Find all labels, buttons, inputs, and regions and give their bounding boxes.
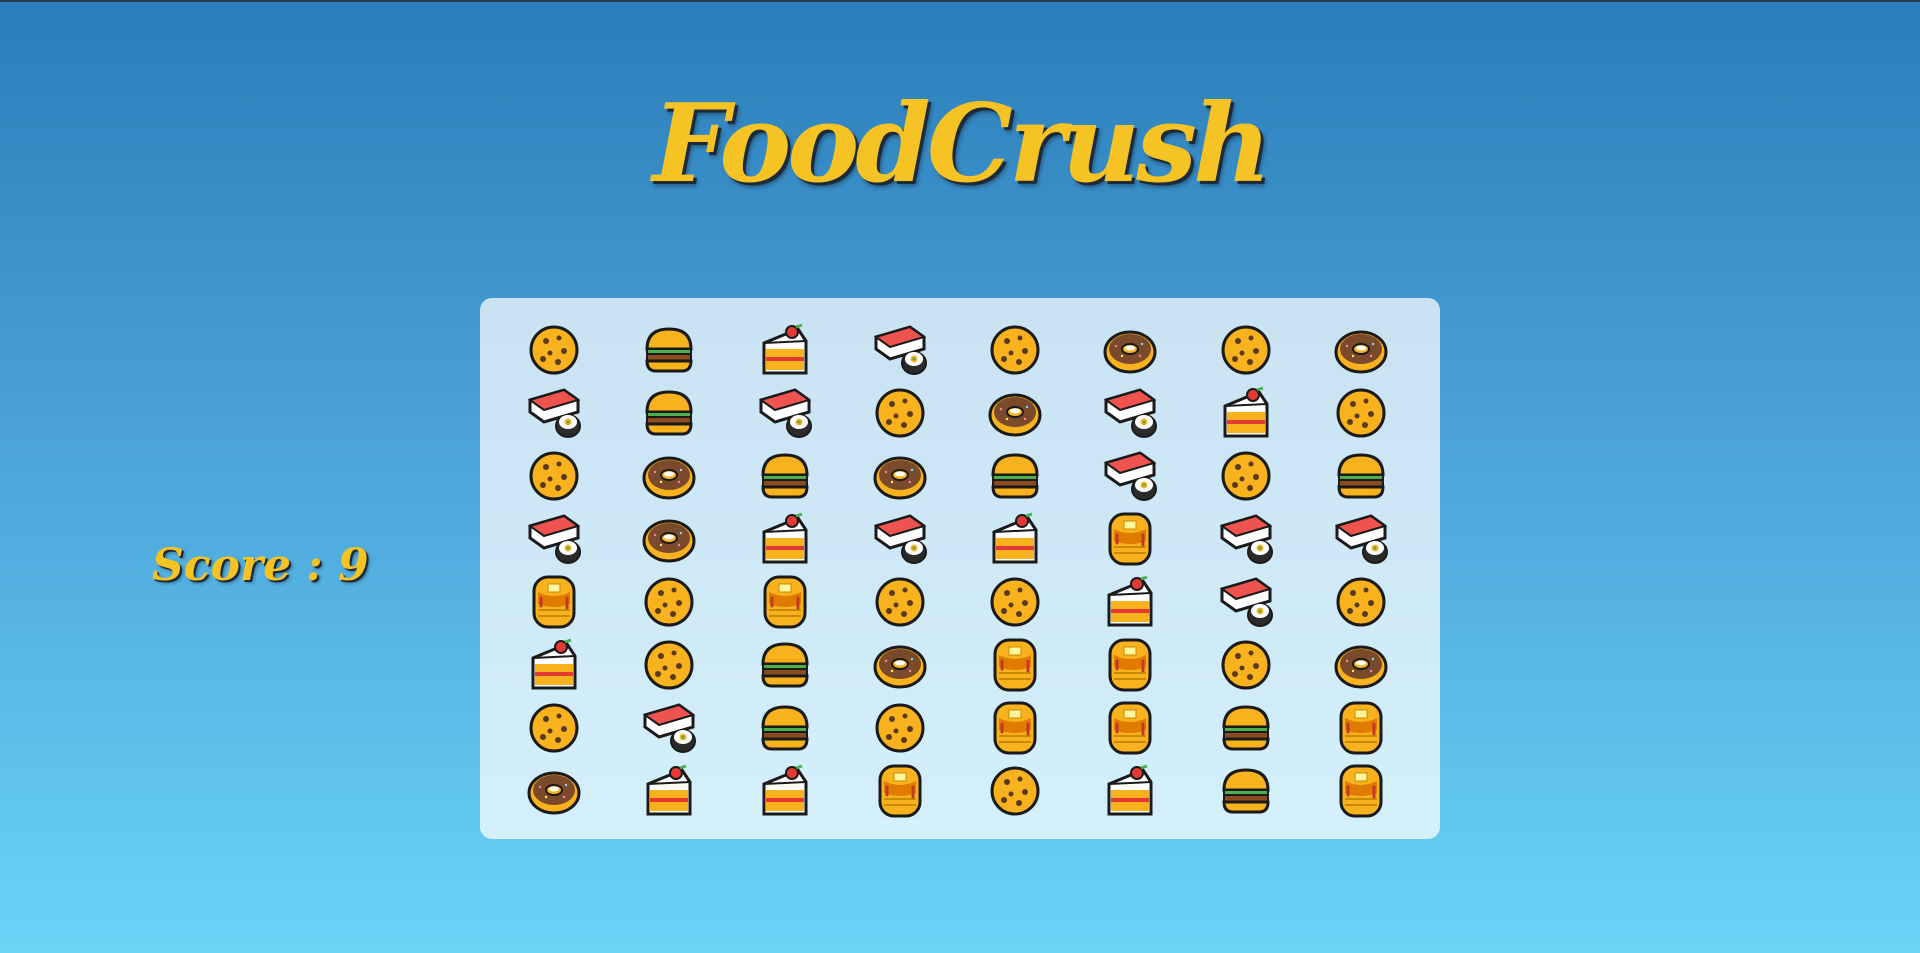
cookie-icon[interactable] bbox=[872, 385, 928, 441]
donut-icon[interactable] bbox=[1333, 322, 1389, 378]
cookie-icon[interactable] bbox=[526, 322, 582, 378]
cake-icon[interactable] bbox=[757, 763, 813, 819]
score-display: Score : 9 bbox=[152, 540, 369, 591]
donut-icon[interactable] bbox=[872, 637, 928, 693]
burger-icon[interactable] bbox=[641, 322, 697, 378]
pancakes-icon[interactable] bbox=[987, 700, 1043, 756]
pancakes-icon[interactable] bbox=[987, 637, 1043, 693]
cookie-icon[interactable] bbox=[987, 763, 1043, 819]
cake-icon[interactable] bbox=[1102, 763, 1158, 819]
game-title: FoodCrush bbox=[652, 81, 1271, 207]
cake-icon[interactable] bbox=[526, 637, 582, 693]
pancakes-icon[interactable] bbox=[1333, 763, 1389, 819]
donut-icon[interactable] bbox=[987, 385, 1043, 441]
cake-icon[interactable] bbox=[641, 763, 697, 819]
cake-icon[interactable] bbox=[757, 511, 813, 567]
game-board bbox=[480, 298, 1440, 839]
burger-icon[interactable] bbox=[641, 385, 697, 441]
sushi-icon[interactable] bbox=[872, 322, 928, 378]
pancakes-icon[interactable] bbox=[1102, 511, 1158, 567]
cookie-icon[interactable] bbox=[987, 322, 1043, 378]
burger-icon[interactable] bbox=[757, 700, 813, 756]
sushi-icon[interactable] bbox=[1218, 511, 1274, 567]
cookie-icon[interactable] bbox=[526, 700, 582, 756]
sushi-icon[interactable] bbox=[757, 385, 813, 441]
sushi-icon[interactable] bbox=[1218, 574, 1274, 630]
donut-icon[interactable] bbox=[872, 448, 928, 504]
cookie-icon[interactable] bbox=[641, 637, 697, 693]
donut-icon[interactable] bbox=[641, 448, 697, 504]
sushi-icon[interactable] bbox=[526, 511, 582, 567]
donut-icon[interactable] bbox=[1333, 637, 1389, 693]
donut-icon[interactable] bbox=[526, 763, 582, 819]
cookie-icon[interactable] bbox=[641, 574, 697, 630]
pancakes-icon[interactable] bbox=[872, 763, 928, 819]
donut-icon[interactable] bbox=[1102, 322, 1158, 378]
burger-icon[interactable] bbox=[1218, 763, 1274, 819]
cake-icon[interactable] bbox=[757, 322, 813, 378]
sushi-icon[interactable] bbox=[1102, 385, 1158, 441]
pancakes-icon[interactable] bbox=[526, 574, 582, 630]
sushi-icon[interactable] bbox=[872, 511, 928, 567]
cookie-icon[interactable] bbox=[1218, 448, 1274, 504]
sushi-icon[interactable] bbox=[1102, 448, 1158, 504]
cookie-icon[interactable] bbox=[1333, 385, 1389, 441]
sushi-icon[interactable] bbox=[526, 385, 582, 441]
cake-icon[interactable] bbox=[1102, 574, 1158, 630]
cookie-icon[interactable] bbox=[1333, 574, 1389, 630]
pancakes-icon[interactable] bbox=[1333, 700, 1389, 756]
food-grid bbox=[526, 322, 1448, 826]
cookie-icon[interactable] bbox=[1218, 322, 1274, 378]
cookie-icon[interactable] bbox=[872, 700, 928, 756]
donut-icon[interactable] bbox=[641, 511, 697, 567]
burger-icon[interactable] bbox=[987, 448, 1043, 504]
burger-icon[interactable] bbox=[757, 448, 813, 504]
cookie-icon[interactable] bbox=[872, 574, 928, 630]
pancakes-icon[interactable] bbox=[1102, 700, 1158, 756]
cookie-icon[interactable] bbox=[526, 448, 582, 504]
cake-icon[interactable] bbox=[987, 511, 1043, 567]
sushi-icon[interactable] bbox=[641, 700, 697, 756]
pancakes-icon[interactable] bbox=[1102, 637, 1158, 693]
burger-icon[interactable] bbox=[1333, 448, 1389, 504]
sushi-icon[interactable] bbox=[1333, 511, 1389, 567]
burger-icon[interactable] bbox=[757, 637, 813, 693]
pancakes-icon[interactable] bbox=[757, 574, 813, 630]
cookie-icon[interactable] bbox=[987, 574, 1043, 630]
cake-icon[interactable] bbox=[1218, 385, 1274, 441]
burger-icon[interactable] bbox=[1218, 700, 1274, 756]
cookie-icon[interactable] bbox=[1218, 637, 1274, 693]
